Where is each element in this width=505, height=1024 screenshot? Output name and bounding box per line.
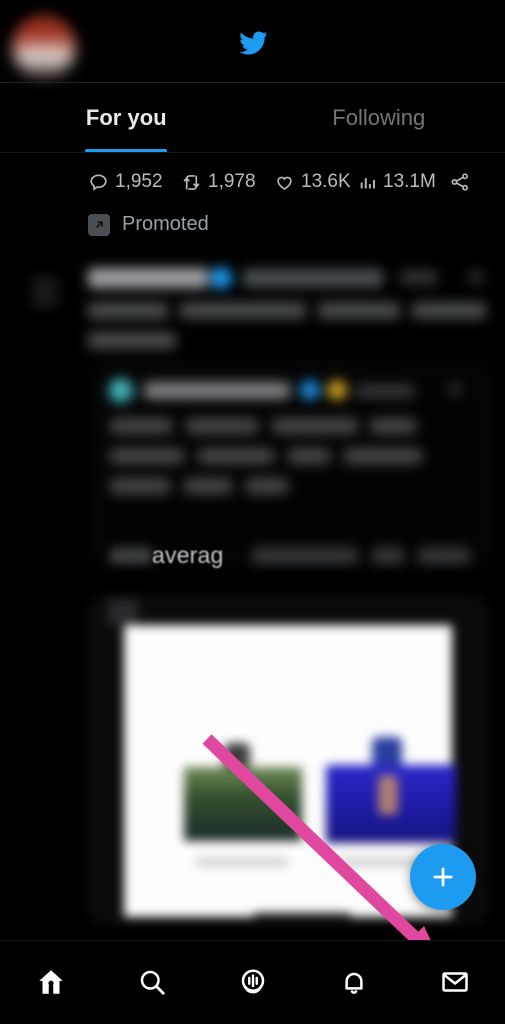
nav-item-notifications[interactable] bbox=[303, 940, 404, 1024]
tweet-text-fragment bbox=[110, 547, 152, 564]
twitter-bird-icon bbox=[239, 31, 268, 55]
profile-avatar-image bbox=[14, 18, 74, 78]
envelope-icon bbox=[441, 972, 468, 992]
tweet-content-blurred[interactable]: averag bbox=[0, 250, 505, 940]
analytics-icon bbox=[360, 177, 375, 188]
search-icon bbox=[140, 970, 165, 995]
metric-views[interactable]: 13.1M bbox=[358, 171, 436, 193]
tab-following[interactable]: Following bbox=[253, 83, 505, 153]
tweet-text-fragment bbox=[372, 547, 404, 564]
media-footer-block bbox=[254, 913, 350, 925]
heart-icon bbox=[277, 176, 292, 190]
metric-share[interactable] bbox=[449, 171, 471, 193]
tab-following-label: Following bbox=[332, 105, 426, 130]
bell-icon bbox=[344, 972, 363, 994]
reply-icon bbox=[90, 173, 107, 191]
twitter-mobile-app: For you Following 1,952 1,978 13.6K 13.1… bbox=[0, 0, 505, 1024]
nav-item-messages[interactable] bbox=[404, 940, 505, 1024]
bottom-nav-divider bbox=[0, 940, 505, 941]
tweet-text-fragment bbox=[252, 547, 358, 564]
tweet-text-fragment bbox=[418, 547, 470, 564]
tabs-divider bbox=[0, 152, 505, 153]
promoted-label-row: Promoted bbox=[88, 213, 209, 236]
metric-replies-value: 1,952 bbox=[115, 171, 163, 192]
plus-icon bbox=[433, 867, 453, 887]
nav-item-search[interactable] bbox=[101, 940, 202, 1024]
tab-for-you[interactable]: For you bbox=[0, 83, 253, 153]
metric-views-value: 13.1M bbox=[383, 171, 436, 192]
spaces-icon bbox=[241, 969, 264, 994]
tweet-visible-word: averag bbox=[152, 542, 224, 568]
promoted-label: Promoted bbox=[122, 213, 209, 235]
media-thumbnail-left bbox=[184, 767, 302, 841]
media-caption-left bbox=[196, 857, 288, 867]
bottom-navigation-bar bbox=[0, 940, 505, 1024]
metric-likes-value: 13.6K bbox=[301, 171, 351, 192]
metric-retweets-value: 1,978 bbox=[208, 171, 256, 192]
metric-likes[interactable]: 13.6K bbox=[274, 171, 351, 193]
nav-item-spaces[interactable] bbox=[202, 940, 303, 1024]
top-bar bbox=[0, 0, 505, 83]
share-icon bbox=[451, 173, 468, 191]
media-corner-mark bbox=[108, 599, 138, 625]
metric-replies[interactable]: 1,952 bbox=[88, 171, 163, 193]
home-icon bbox=[38, 970, 63, 994]
nav-item-home[interactable] bbox=[0, 940, 101, 1024]
compose-tweet-button[interactable] bbox=[410, 844, 476, 910]
tweet-metrics-row: 1,952 1,978 13.6K 13.1M bbox=[0, 160, 505, 204]
metric-retweets[interactable]: 1,978 bbox=[181, 171, 256, 193]
retweet-icon bbox=[183, 174, 200, 190]
promoted-arrow-icon bbox=[88, 213, 110, 236]
feed-tabs: For you Following bbox=[0, 83, 505, 153]
media-thumbnail-right-figure bbox=[378, 775, 398, 815]
tab-for-you-label: For you bbox=[85, 105, 167, 130]
media-image bbox=[124, 625, 456, 925]
